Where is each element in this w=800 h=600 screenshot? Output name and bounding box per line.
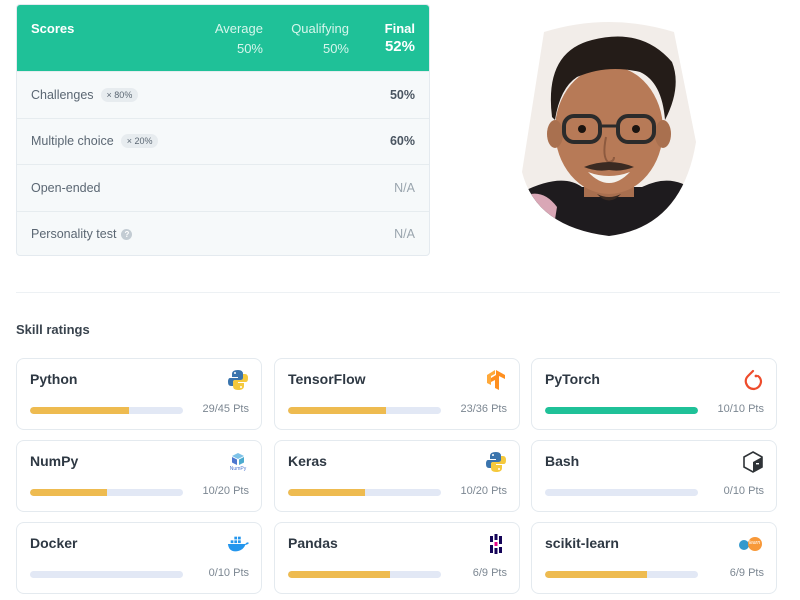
help-icon[interactable]: ? — [121, 228, 133, 240]
skill-progress-bar — [288, 489, 441, 496]
average-label: Average — [214, 21, 263, 36]
skill-card-scikit-learn: scikit-learn learn 6/9 Pts — [531, 522, 777, 594]
skill-progress-bar — [30, 489, 183, 496]
skill-card-pandas: Pandas 6/9 Pts — [274, 522, 520, 594]
numpy-icon-label: NumPy — [229, 466, 247, 472]
qualifying-column: Qualifying 50% — [291, 21, 349, 56]
tensorflow-icon — [485, 369, 507, 391]
score-row-label: Challenges — [31, 87, 94, 102]
score-row-challenges: Challenges × 80% 50% — [17, 71, 429, 118]
score-row-value: N/A — [394, 227, 415, 242]
score-row-label: Multiple choice — [31, 134, 114, 149]
weight-badge: × 80% — [100, 87, 139, 102]
final-column: Final 52% — [385, 21, 415, 55]
average-value: 50% — [236, 41, 263, 56]
skill-progress-bar — [30, 407, 183, 414]
skill-progress-bar — [545, 571, 698, 578]
pytorch-icon — [742, 369, 764, 391]
avatar — [522, 22, 696, 238]
numpy-icon: NumPy — [227, 451, 249, 473]
qualifying-value: 50% — [322, 41, 349, 56]
python-icon — [485, 451, 507, 473]
skill-progress-bar — [288, 571, 441, 578]
skill-points: 10/10 Pts — [717, 403, 764, 415]
skill-progress-bar — [288, 407, 441, 414]
scikit-learn-icon-label: learn — [749, 540, 761, 546]
skill-progress-fill — [288, 571, 391, 578]
skill-card-pytorch: PyTorch 10/10 Pts — [531, 358, 777, 430]
skill-card-python: Python 29/45 Pts — [16, 358, 262, 430]
scores-card: Scores Average 50% Qualifying 50% Final … — [16, 4, 430, 256]
skill-progress-fill — [30, 407, 129, 414]
skill-name: Python — [30, 371, 78, 387]
section-divider — [16, 292, 780, 293]
score-row-personality-test: Personality test ? N/A — [17, 210, 429, 256]
bash-icon — [742, 451, 764, 473]
skill-name: Bash — [545, 453, 580, 469]
skill-progress-bar — [545, 407, 698, 414]
skill-card-numpy: NumPy NumPy 10/20 Pts — [16, 440, 262, 512]
final-label: Final — [384, 21, 415, 36]
docker-icon — [227, 533, 249, 555]
skill-points: 0/10 Pts — [723, 485, 764, 497]
score-row-value: 50% — [389, 87, 415, 102]
skill-progress-bar — [30, 571, 183, 578]
scores-title: Scores — [31, 21, 75, 36]
skill-points: 6/9 Pts — [472, 567, 507, 579]
skill-points: 23/36 Pts — [460, 403, 507, 415]
skill-name: TensorFlow — [288, 371, 366, 387]
score-row-value: N/A — [394, 180, 415, 195]
skill-progress-fill — [545, 407, 698, 414]
skill-points: 10/20 Pts — [202, 485, 249, 497]
skill-points: 0/10 Pts — [208, 567, 249, 579]
score-row-label: Open-ended — [31, 180, 101, 195]
skill-ratings-title: Skill ratings — [16, 322, 90, 337]
skill-progress-fill — [288, 407, 386, 414]
skill-name: Docker — [30, 535, 78, 551]
skill-name: scikit-learn — [545, 535, 619, 551]
python-icon — [227, 369, 249, 391]
weight-badge: × 20% — [120, 134, 159, 149]
skill-points: 29/45 Pts — [202, 403, 249, 415]
qualifying-label: Qualifying — [291, 21, 349, 36]
skill-card-bash: Bash 0/10 Pts — [531, 440, 777, 512]
score-row-open-ended: Open-ended N/A — [17, 164, 429, 211]
skill-card-keras: Keras 10/20 Pts — [274, 440, 520, 512]
score-row-multiple-choice: Multiple choice × 20% 60% — [17, 117, 429, 165]
skill-name: PyTorch — [545, 371, 600, 387]
skill-points: 10/20 Pts — [460, 485, 507, 497]
score-row-value: 60% — [389, 134, 415, 149]
skill-progress-fill — [288, 489, 365, 496]
scores-header: Scores Average 50% Qualifying 50% Final … — [17, 5, 429, 71]
skill-name: NumPy — [30, 453, 79, 469]
final-value: 52% — [384, 38, 415, 55]
skill-name: Keras — [288, 453, 327, 469]
skill-name: Pandas — [288, 535, 338, 551]
skill-points: 6/9 Pts — [729, 567, 764, 579]
scikit-learn-icon: learn — [738, 533, 764, 555]
skill-progress-fill — [30, 489, 107, 496]
score-row-label: Personality test — [31, 227, 117, 242]
skill-card-docker: Docker 0/10 Pts — [16, 522, 262, 594]
skill-progress-bar — [545, 489, 698, 496]
average-column: Average 50% — [215, 21, 263, 56]
skill-progress-fill — [545, 571, 648, 578]
skill-card-tensorflow: TensorFlow 23/36 Pts — [274, 358, 520, 430]
pandas-icon — [485, 533, 507, 555]
